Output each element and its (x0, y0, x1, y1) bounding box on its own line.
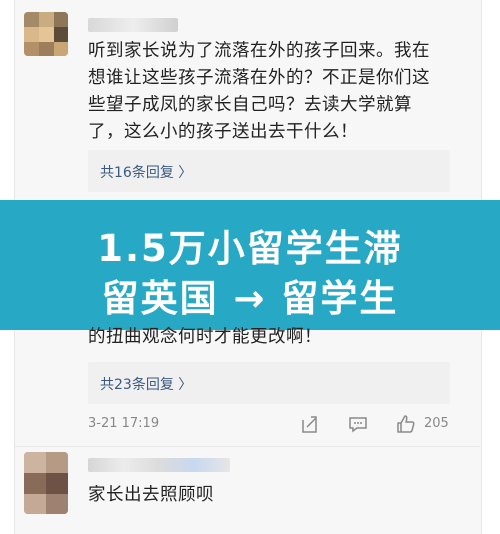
divider (14, 446, 480, 447)
comment-line: 些望子成凤的家长自己吗？去读大学就算 (88, 95, 412, 115)
headline-banner: 1.5万小留学生滞 留英国 → 留学生 (0, 200, 500, 330)
comment-text: 家长出去照顾呗 (88, 482, 468, 509)
view-replies-link[interactable]: 共23条回复 〉 (100, 374, 192, 394)
like-count: 205 (424, 416, 449, 431)
avatar[interactable] (24, 452, 68, 514)
comment-line: 想谁让这些孩子流落在外的？不正是你们这 (88, 68, 430, 88)
share-icon[interactable] (300, 414, 320, 434)
comment-line: 了，这么小的孩子送出去干什么！ (88, 122, 358, 142)
comment-line: 家长出去照顾呗 (88, 485, 214, 505)
reply-box[interactable]: 共16条回复 〉 (88, 150, 450, 192)
username-blurred[interactable] (88, 18, 178, 32)
banner-line-2: 留英国 → 留学生 (101, 277, 399, 320)
banner-line-1: 1.5万小留学生滞 (97, 227, 403, 270)
comment-icon[interactable] (348, 414, 368, 434)
comment-line: 听到家长说为了流落在外的孩子回来。我在 (88, 41, 430, 61)
comment-line: 的扭曲观念何时才能更改啊！ (88, 327, 322, 347)
username-blurred[interactable] (88, 458, 230, 472)
view-replies-link[interactable]: 共16条回复 〉 (100, 162, 192, 182)
comment-text: 的扭曲观念何时才能更改啊！ (88, 324, 468, 351)
comment-text: 听到家长说为了流落在外的孩子回来。我在 想谁让这些孩子流落在外的？不正是你们这 … (88, 38, 468, 146)
comment-meta: 3-21 17:19 205 (88, 414, 458, 436)
reply-box[interactable]: 共23条回复 〉 (88, 362, 450, 404)
thumbs-up-icon[interactable] (396, 414, 416, 434)
avatar[interactable] (24, 12, 68, 56)
comment-timestamp: 3-21 17:19 (88, 416, 160, 431)
